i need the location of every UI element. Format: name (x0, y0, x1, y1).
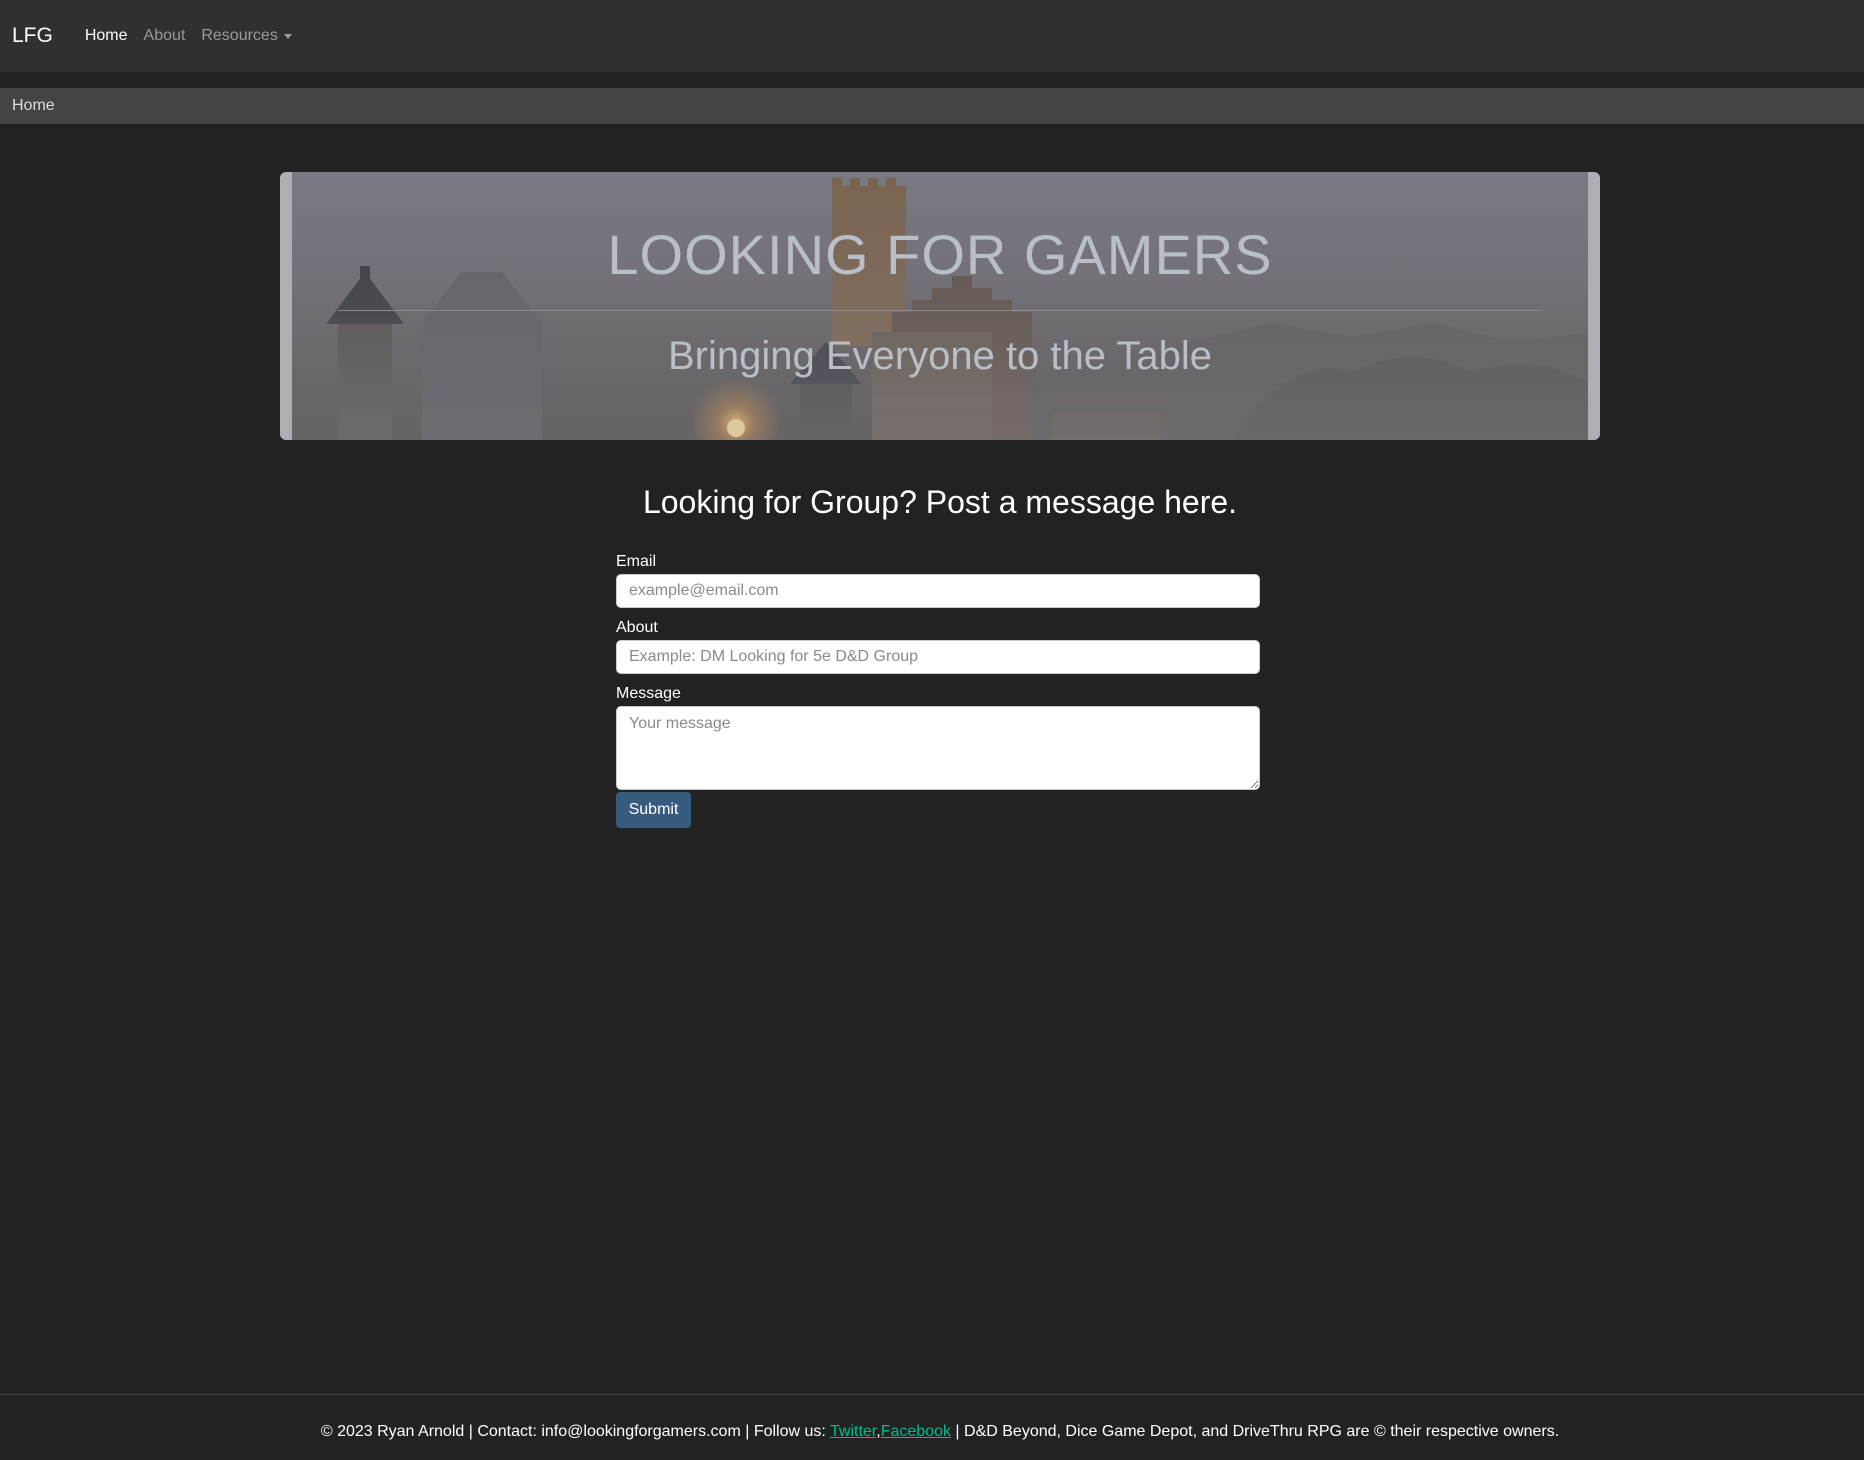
chevron-down-icon (283, 33, 292, 39)
lfg-form: Email About Message Submit (616, 552, 1264, 828)
hero-divider (338, 310, 1542, 311)
nav-links: Home About Resources (77, 27, 300, 45)
hero-title: LOOKING FOR GAMERS (607, 223, 1273, 286)
navbar: LFG Home About Resources (0, 0, 1864, 72)
footer-prefix: © 2023 Ryan Arnold | Contact: info@looki… (320, 1423, 831, 1440)
form-heading: Looking for Group? Post a message here. (642, 484, 1238, 520)
email-label: Email (616, 553, 657, 570)
hero-subtitle: Bringing Everyone to the Table (667, 334, 1213, 378)
hero-image: LOOKING FOR GAMERS Bringing Everyone to … (292, 172, 1588, 440)
nav-home-link[interactable]: Home (77, 27, 136, 45)
about-label: About (616, 619, 658, 636)
email-input[interactable] (616, 574, 1260, 608)
brand-link[interactable]: LFG (12, 24, 53, 48)
nav-resources-dropdown[interactable]: Resources (193, 27, 299, 45)
footer: © 2023 Ryan Arnold | Contact: info@looki… (0, 1394, 1864, 1460)
message-label: Message (616, 685, 681, 702)
message-textarea[interactable] (616, 706, 1260, 790)
submit-button[interactable]: Submit (616, 792, 691, 828)
facebook-link[interactable]: Facebook (881, 1423, 951, 1440)
nav-about-link[interactable]: About (136, 27, 194, 45)
twitter-link[interactable]: Twitter (830, 1423, 876, 1440)
breadcrumb-current: Home (12, 97, 55, 114)
breadcrumb: Home (0, 88, 1864, 124)
footer-suffix: | D&D Beyond, Dice Game Depot, and Drive… (950, 1423, 1560, 1440)
footer-text: © 2023 Ryan Arnold | Contact: info@looki… (0, 1423, 1864, 1441)
about-input[interactable] (616, 640, 1260, 674)
nav-resources-label: Resources (201, 27, 278, 44)
hero-banner: LOOKING FOR GAMERS Bringing Everyone to … (280, 172, 1600, 440)
castle-illustration (292, 172, 1588, 440)
